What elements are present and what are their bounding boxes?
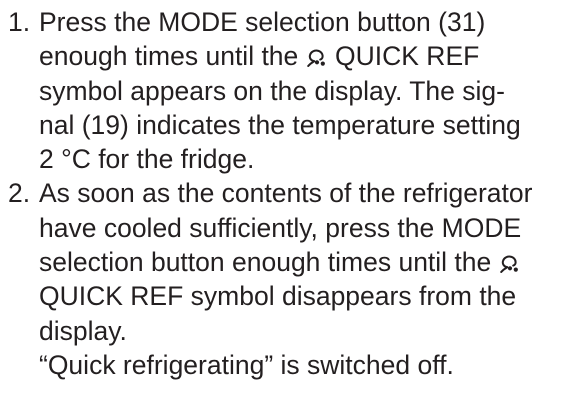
step-number: 1. [8,7,31,37]
step-text: selection button enough times until the [39,247,499,278]
step-1: 1. Press the MODE selection button (31) … [0,5,577,176]
step-text-line: Press the MODE selection button (31) [39,7,486,37]
step-text-line: symbol appears on the display. The sig- [39,75,505,106]
instruction-list: 1. Press the MODE selection button (31) … [0,5,577,382]
step-2: 2. As soon as the contents of the refrig… [0,176,577,382]
step-text-line: 2 °C for the fridge. [39,144,255,175]
quick-ref-icon [306,47,327,68]
step-number: 2. [8,178,31,209]
step-text-line: display. [39,315,127,346]
step-text-line: QUICK REF symbol disappears from the [39,281,517,312]
quick-ref-icon [499,253,520,274]
step-text: QUICK REF [327,41,480,72]
step-text-line: enough times until the QUICK REF [39,39,577,73]
step-text-line: As soon as the contents of the refrigera… [39,178,533,209]
step-text-line: nal (19) indicates the temperature setti… [39,109,521,140]
step-text: enough times until the [39,41,306,72]
step-text-line: “Quick refrigerating” is switched off. [39,349,454,380]
step-text-line: have cooled sufficiently, press the MODE [39,212,522,243]
step-text-line: selection button enough times until the [39,245,577,279]
